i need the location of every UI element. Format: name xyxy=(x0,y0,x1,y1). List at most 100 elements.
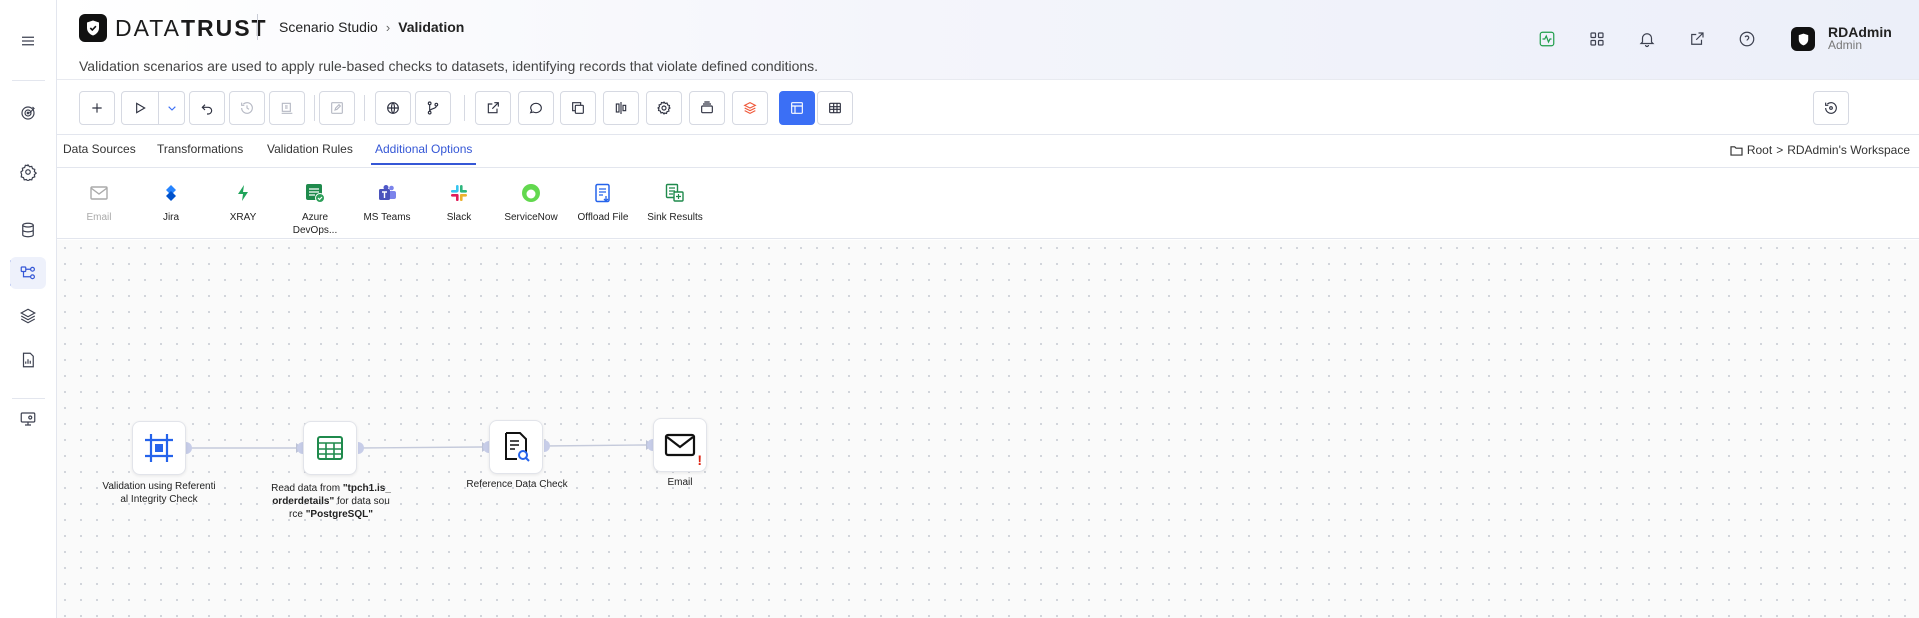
option-xray[interactable]: XRAY xyxy=(211,183,275,224)
option-label: Azure DevOps... xyxy=(292,212,338,236)
option-ms-teams[interactable]: MS Teams xyxy=(355,183,419,224)
toolbar-divider xyxy=(364,95,365,121)
brand-name: DATATRUST xyxy=(115,15,268,42)
align-button[interactable] xyxy=(603,91,639,125)
option-label: Slack xyxy=(446,212,472,223)
grid-view-button[interactable] xyxy=(779,91,815,125)
add-button[interactable] xyxy=(79,91,115,125)
play-icon[interactable] xyxy=(122,92,158,124)
layers-icon[interactable] xyxy=(10,300,46,332)
edit-button[interactable] xyxy=(319,91,355,125)
brand-bold: TRUST xyxy=(180,14,268,41)
report-icon[interactable] xyxy=(10,344,46,376)
undo-button[interactable] xyxy=(189,91,225,125)
menu-icon[interactable] xyxy=(10,25,46,57)
chevron-down-icon[interactable] xyxy=(159,92,185,124)
chevron-right-icon: › xyxy=(385,19,391,35)
edge xyxy=(357,446,483,449)
email-icon xyxy=(90,186,108,200)
option-jira[interactable]: Jira xyxy=(139,183,203,224)
jira-icon xyxy=(166,185,176,201)
path-separator: > xyxy=(1776,143,1784,157)
app-header: DATATRUST Scenario Studio › Validation V… xyxy=(57,0,1919,80)
breadcrumb-parent[interactable]: Scenario Studio xyxy=(279,19,378,35)
user-menu[interactable]: RDAdmin Admin xyxy=(1791,25,1892,52)
target-frame-icon xyxy=(145,434,173,462)
branch-button[interactable] xyxy=(415,91,451,125)
ms-teams-icon xyxy=(379,185,396,200)
page-description: Validation scenarios are used to apply r… xyxy=(79,58,819,74)
label-source: "PostgreSQL" xyxy=(305,509,373,520)
option-label: ServiceNow xyxy=(504,212,558,223)
xray-icon xyxy=(238,185,248,201)
bell-icon[interactable] xyxy=(1635,27,1659,51)
tab-data-sources[interactable]: Data Sources xyxy=(63,142,136,163)
slack-icon xyxy=(451,185,467,201)
brand-logo[interactable]: DATATRUST xyxy=(79,14,268,42)
help-icon[interactable] xyxy=(1735,27,1759,51)
port[interactable] xyxy=(186,442,192,454)
tab-validation-rules[interactable]: Validation Rules xyxy=(267,142,353,163)
option-offload-file[interactable]: Offload File xyxy=(571,183,635,224)
option-azure-devops[interactable]: Azure DevOps... xyxy=(283,183,347,237)
export-button[interactable] xyxy=(475,91,511,125)
history-button[interactable] xyxy=(229,91,265,125)
monitor-settings-icon[interactable] xyxy=(10,403,46,435)
scenario-toolbar xyxy=(57,81,1919,135)
workflow-icon[interactable] xyxy=(10,257,46,289)
node-label: Email xyxy=(667,477,693,488)
workspace-path[interactable]: Root > RDAdmin's Workspace xyxy=(1730,143,1910,157)
additional-options-palette: Email Jira XRAY Azure DevOps... MS Teams… xyxy=(57,169,1919,239)
table-view-button[interactable] xyxy=(817,91,853,125)
label-text: Read data from xyxy=(271,483,343,494)
node-reference-data-check[interactable] xyxy=(489,420,543,474)
version-history-button[interactable] xyxy=(1813,91,1849,125)
stack-button[interactable] xyxy=(689,91,725,125)
rail-divider xyxy=(12,398,45,399)
duplicate-button[interactable] xyxy=(560,91,596,125)
azure-devops-icon xyxy=(306,184,325,203)
header-divider xyxy=(257,14,258,40)
header-actions xyxy=(1535,27,1759,51)
tab-transformations[interactable]: Transformations xyxy=(157,142,243,163)
servicenow-icon xyxy=(522,184,540,202)
layers-button[interactable] xyxy=(732,91,768,125)
run-split-button[interactable] xyxy=(121,91,185,125)
node-referential-integrity[interactable] xyxy=(132,421,186,475)
option-sink-results[interactable]: Sink Results xyxy=(643,183,707,224)
option-servicenow[interactable]: ServiceNow xyxy=(499,183,563,224)
rail-divider xyxy=(12,80,45,81)
settings-button[interactable] xyxy=(646,91,682,125)
left-rail xyxy=(0,0,57,618)
tab-additional-options[interactable]: Additional Options xyxy=(371,142,477,165)
globe-button[interactable] xyxy=(375,91,411,125)
database-icon[interactable] xyxy=(10,214,46,246)
offload-file-icon xyxy=(595,183,610,203)
sink-results-icon xyxy=(665,183,684,202)
option-email[interactable]: Email xyxy=(67,183,131,224)
path-workspace: RDAdmin's Workspace xyxy=(1787,143,1910,157)
toolbar-divider xyxy=(464,95,465,121)
breadcrumb: Scenario Studio › Validation xyxy=(279,19,464,35)
node-label: Validation using Referential Integrity C… xyxy=(102,481,216,505)
option-label: Offload File xyxy=(577,212,629,223)
target-icon[interactable] xyxy=(10,97,46,129)
port[interactable] xyxy=(544,440,550,452)
node-label: Reference Data Check xyxy=(466,479,568,490)
clear-button[interactable] xyxy=(269,91,305,125)
external-link-icon[interactable] xyxy=(1685,27,1709,51)
apps-grid-icon[interactable] xyxy=(1585,27,1609,51)
breadcrumb-current: Validation xyxy=(398,19,465,35)
activity-icon[interactable] xyxy=(1535,27,1559,51)
option-label: Jira xyxy=(162,212,180,223)
node-read-data[interactable] xyxy=(303,421,357,475)
settings-icon[interactable] xyxy=(10,156,46,188)
workflow-canvas[interactable]: Validation using Referential Integrity C… xyxy=(57,240,1919,618)
option-slack[interactable]: Slack xyxy=(427,183,491,224)
path-root: Root xyxy=(1746,143,1773,157)
port[interactable] xyxy=(358,442,364,454)
node-email[interactable]: ! xyxy=(653,418,707,472)
comment-button[interactable] xyxy=(518,91,554,125)
option-label: Email xyxy=(86,212,112,223)
node-label: Read data from "tpch1.is_orderdetails" f… xyxy=(271,482,391,521)
